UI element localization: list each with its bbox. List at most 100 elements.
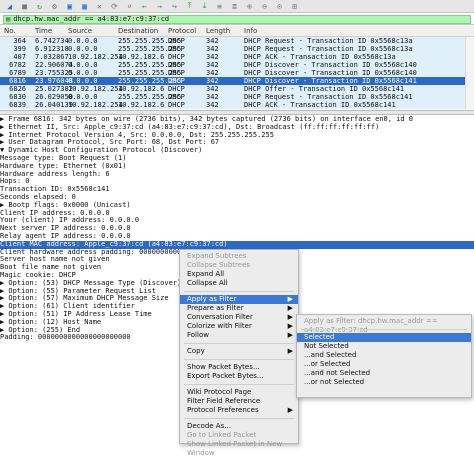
menu-item-wiki-protocol-page[interactable]: Wiki Protocol Page bbox=[180, 388, 298, 397]
menu-item-export-packet-bytes[interactable]: Export Packet Bytes... bbox=[180, 372, 298, 381]
column-header-no[interactable]: No. bbox=[4, 27, 16, 35]
cell-len: 342 bbox=[206, 77, 219, 85]
table-row[interactable]: 6816 23.976048 0.0.0.0 255.255.255.255 DHCP 3… bbox=[0, 77, 474, 85]
cell-src: 0.0.0.0 bbox=[68, 61, 98, 69]
first-icon[interactable]: ⤒ bbox=[183, 1, 196, 11]
menu-item-and-selected[interactable]: ...and Selected bbox=[297, 351, 471, 360]
resize-columns-icon[interactable]: ⊞ bbox=[288, 1, 301, 11]
menu-item-or-not-selected[interactable]: ...or not Selected bbox=[297, 378, 471, 387]
cell-no: 6826 bbox=[9, 85, 26, 93]
menu-item-and-not-selected[interactable]: ...and not Selected bbox=[297, 369, 471, 378]
context-menu: Expand Subtrees Collapse Subtrees Expand A… bbox=[179, 249, 299, 457]
menu-item-decode-as[interactable]: Decode As... bbox=[180, 422, 298, 431]
reload-icon[interactable]: ⟳ bbox=[108, 1, 121, 11]
cell-src: 10.92.182.254 bbox=[68, 101, 123, 109]
cell-info: DHCP Request - Transaction ID 0x5568c13a bbox=[244, 45, 413, 53]
menu-item-copy[interactable]: Copy ▶ bbox=[180, 347, 298, 356]
main-toolbar: ◢ ■ ↻ ⚙ ▣ ▦ ✕ ⟳ ⌕ ← → ↪ ⤒ ⤓ ≡ ≣ ⊕ ⊖ ⊙ ⊞ bbox=[0, 0, 474, 13]
options-icon[interactable]: ⚙ bbox=[48, 1, 61, 11]
table-row[interactable]: 6782 22.906074 0.0.0.0 255.255.255.255 DHCP 3… bbox=[0, 61, 474, 69]
cell-proto: DHCP bbox=[168, 77, 185, 85]
menu-item-filter-field-reference[interactable]: Filter Field Reference bbox=[180, 397, 298, 406]
menu-item-or-selected[interactable]: ...or Selected bbox=[297, 360, 471, 369]
bookmark-icon[interactable]: ▤ bbox=[6, 15, 10, 23]
menu-separator bbox=[301, 329, 467, 330]
cell-no: 364 bbox=[13, 37, 26, 45]
table-row[interactable]: 6826 25.027382 10.92.182.254 10.92.182.6 DHC… bbox=[0, 85, 474, 93]
menu-item-selected[interactable]: Selected bbox=[297, 333, 471, 342]
column-header-info[interactable]: Info bbox=[244, 27, 257, 35]
cell-src: 10.92.182.254 bbox=[68, 53, 123, 61]
menu-item-collapse-subtrees: Collapse Subtrees bbox=[187, 261, 251, 269]
shark-fin-icon[interactable]: ◢ bbox=[3, 1, 16, 11]
column-header-protocol[interactable]: Protocol bbox=[168, 27, 196, 35]
cell-dst: 10.92.182.6 bbox=[118, 101, 165, 109]
cell-src: 0.0.0.0 bbox=[68, 37, 98, 45]
menu-item-follow[interactable]: Follow ▶ bbox=[180, 331, 298, 340]
last-icon[interactable]: ⤓ bbox=[198, 1, 211, 11]
autoscroll-icon[interactable]: ≡ bbox=[213, 1, 226, 11]
cell-no: 6830 bbox=[9, 93, 26, 101]
normal-size-icon[interactable]: ⊙ bbox=[273, 1, 286, 11]
table-row[interactable]: 6830 26.029050 0.0.0.0 255.255.255.255 DHCP 3… bbox=[0, 93, 474, 101]
forward-icon[interactable]: → bbox=[153, 1, 166, 11]
detail-tree-item[interactable]: Hardware address length: 6 bbox=[0, 170, 474, 179]
table-row[interactable]: 6789 23.755325 0.0.0.0 255.255.255.255 DHCP 3… bbox=[0, 69, 474, 77]
column-header-destination[interactable]: Destination bbox=[118, 27, 158, 35]
cell-len: 342 bbox=[206, 93, 219, 101]
table-row[interactable]: 399 6.912318 0.0.0.0 255.255.255.255 DHCP 342… bbox=[0, 45, 474, 53]
table-row[interactable]: 364 6.742734 0.0.0.0 255.255.255.255 DHCP 342… bbox=[0, 37, 474, 45]
column-header-length[interactable]: Length bbox=[206, 27, 230, 35]
cell-no: 399 bbox=[13, 45, 26, 53]
go-to-icon[interactable]: ↪ bbox=[168, 1, 181, 11]
search-icon[interactable]: ⌕ bbox=[123, 1, 136, 11]
column-header-source[interactable]: Source bbox=[68, 27, 92, 35]
menu-item-expand-all[interactable]: Expand All bbox=[180, 270, 298, 279]
menu-item-protocol-preferences[interactable]: Protocol Preferences ▶ bbox=[180, 406, 298, 415]
table-row[interactable]: 407 7.032867 10.92.182.254 10.92.182.6 DHCP 3… bbox=[0, 53, 474, 61]
menu-item-conversation-filter[interactable]: Conversation Filter ▶ bbox=[180, 313, 298, 322]
column-header-time[interactable]: Time bbox=[35, 27, 52, 35]
cell-no: 6816 bbox=[9, 77, 26, 85]
save-icon[interactable]: ▦ bbox=[78, 1, 91, 11]
colorize-icon[interactable]: ≣ bbox=[228, 1, 241, 11]
restart-icon[interactable]: ↻ bbox=[33, 1, 46, 11]
menu-item-apply-as-filter[interactable]: Apply as Filter ▶ bbox=[180, 295, 298, 304]
cell-time: 7.032867 bbox=[35, 53, 69, 61]
cell-info: DHCP Discover - Transaction ID 0x5568c14… bbox=[244, 77, 417, 85]
cell-len: 342 bbox=[206, 85, 219, 93]
cell-src: 0.0.0.0 bbox=[68, 93, 98, 101]
filter-text: dhcp.hw.mac_addr == a4:83:e7:c9:37:cd bbox=[13, 15, 170, 23]
zoom-out-icon[interactable]: ⊖ bbox=[258, 1, 271, 11]
menu-item-collapse-all[interactable]: Collapse All bbox=[180, 279, 298, 288]
cell-len: 342 bbox=[206, 37, 219, 45]
menu-separator bbox=[184, 384, 294, 385]
table-row[interactable]: 6839 26.040139 10.92.182.254 10.92.182.6 DHC… bbox=[0, 101, 474, 109]
packet-list: 364 6.742734 0.0.0.0 255.255.255.255 DHCP 342… bbox=[0, 37, 474, 109]
cell-proto: DHCP bbox=[168, 85, 185, 93]
open-icon[interactable]: ▣ bbox=[63, 1, 76, 11]
cell-src: 0.0.0.0 bbox=[68, 77, 98, 85]
cell-proto: DHCP bbox=[168, 45, 185, 53]
stop-icon[interactable]: ■ bbox=[18, 1, 31, 11]
zoom-in-icon[interactable]: ⊕ bbox=[243, 1, 256, 11]
cell-proto: DHCP bbox=[168, 101, 185, 109]
menu-item-show-packet-bytes[interactable]: Show Packet Bytes... bbox=[180, 363, 298, 372]
packet-list-scrollbar[interactable] bbox=[465, 37, 474, 109]
close-file-icon[interactable]: ✕ bbox=[93, 1, 106, 11]
cell-proto: DHCP bbox=[168, 93, 185, 101]
menu-separator bbox=[184, 418, 294, 419]
display-filter-bar: ▤ dhcp.hw.mac_addr == a4:83:e7:c9:37:cd bbox=[0, 14, 474, 25]
menu-item-colorize-with-filter[interactable]: Colorize with Filter ▶ bbox=[180, 322, 298, 331]
menu-item-prepare-as-filter[interactable]: Prepare as Filter ▶ bbox=[180, 304, 298, 313]
back-icon[interactable]: ← bbox=[138, 1, 151, 11]
display-filter-input[interactable]: ▤ dhcp.hw.mac_addr == a4:83:e7:c9:37:cd bbox=[3, 14, 471, 24]
cell-no: 6839 bbox=[9, 101, 26, 109]
cell-src: 0.0.0.0 bbox=[68, 45, 98, 53]
cell-proto: DHCP bbox=[168, 69, 185, 77]
submenu-arrow-icon: ▶ bbox=[287, 322, 293, 330]
cell-len: 342 bbox=[206, 53, 219, 61]
menu-item-not-selected[interactable]: Not Selected bbox=[297, 342, 471, 351]
cell-info: DHCP Offer - Transaction ID 0x5568c141 bbox=[244, 85, 405, 93]
submenu-arrow-icon: ▶ bbox=[287, 313, 293, 321]
